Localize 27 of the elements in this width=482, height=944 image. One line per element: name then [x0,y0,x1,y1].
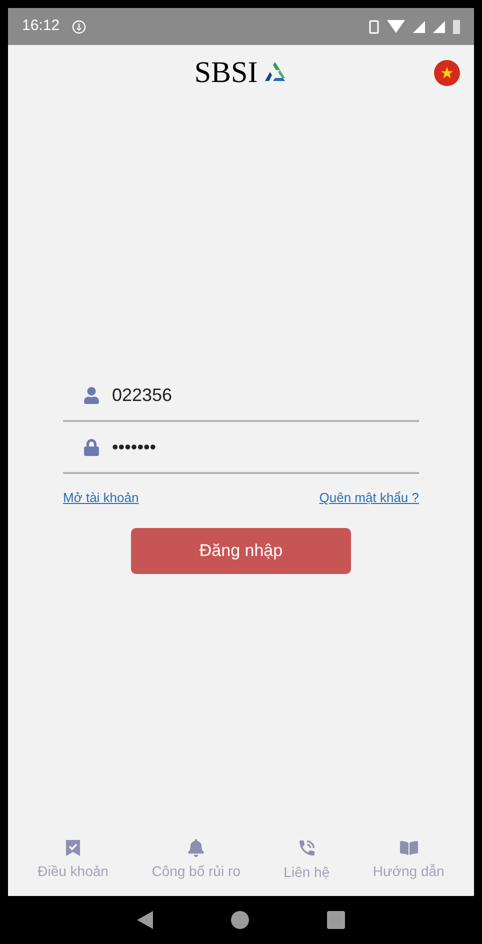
nav-label: Điều khoản [38,862,108,880]
forgot-password-link[interactable]: Quên mật khẩu ? [319,488,419,508]
logo-text: SBSI [194,55,258,91]
bell-icon [187,838,206,856]
flag-icon[interactable] [434,60,460,86]
username-field[interactable]: 022356 [112,382,419,408]
back-icon[interactable] [137,911,153,929]
signal-icon [433,20,445,32]
nav-label: Liên hệ [284,862,330,882]
nav-tab[interactable]: Công bố rủi ro [152,838,240,882]
status-time: 16:12 [22,16,60,36]
open-account-link[interactable]: Mở tài khoản [63,488,139,508]
user-icon [83,386,100,404]
nav-label: Hướng dẫn [372,862,444,881]
password-field[interactable]: ••••••• [112,434,419,460]
home-icon[interactable] [231,911,249,929]
nav-label: Công bố rủi ro [152,862,240,881]
book-icon [400,838,418,856]
bookmark-check-icon [65,838,82,856]
phone-icon [296,838,317,858]
signal-icon [413,20,425,32]
nav-tab[interactable]: Điều khoản [38,838,108,882]
battery-icon [453,20,460,34]
login-button[interactable]: Đăng nhập [131,528,351,574]
nav-tab[interactable]: Liên hệ [284,838,330,882]
nav-tab[interactable]: Hướng dẫn [372,838,444,882]
lock-icon [83,438,100,456]
